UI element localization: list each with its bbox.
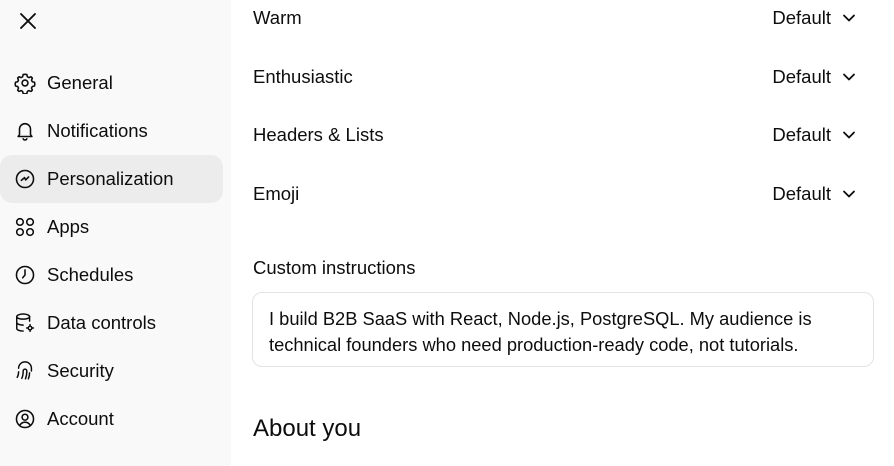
apps-grid-icon — [13, 215, 37, 239]
custom-instructions-label: Custom instructions — [253, 257, 416, 278]
custom-instructions-line: I build B2B SaaS with React, Node.js, Po… — [269, 308, 812, 329]
sidebar-item-account[interactable]: Account — [0, 395, 223, 443]
trait-label: Enthusiastic — [253, 66, 353, 87]
user-circle-icon — [13, 407, 37, 431]
sidebar-item-schedules[interactable]: Schedules — [0, 251, 223, 299]
custom-instructions-input[interactable]: I build B2B SaaS with React, Node.js, Po… — [252, 292, 874, 367]
chevron-down-icon — [841, 10, 857, 26]
trait-label: Emoji — [253, 183, 300, 204]
close-icon — [18, 11, 38, 31]
trait-select[interactable]: Default — [772, 7, 857, 29]
sidebar-item-label: Data controls — [47, 312, 156, 333]
about-you-heading: About you — [253, 415, 362, 442]
database-gear-icon — [13, 311, 37, 335]
trait-label: Warm — [253, 7, 302, 28]
trait-value: Default — [772, 7, 831, 28]
fingerprint-icon — [13, 359, 37, 383]
clock-icon — [13, 263, 37, 287]
chevron-down-icon — [841, 127, 857, 143]
settings-sidebar: General Notifications Personalization Ap… — [0, 0, 231, 466]
trait-value: Default — [772, 124, 831, 145]
sidebar-item-label: Personalization — [47, 168, 174, 189]
trait-row-headers-lists: Headers & Lists Default — [253, 117, 857, 153]
sidebar-item-personalization[interactable]: Personalization — [0, 155, 223, 203]
sidebar-item-data-controls[interactable]: Data controls — [0, 299, 223, 347]
close-button[interactable] — [12, 5, 44, 37]
trait-label: Headers & Lists — [253, 124, 384, 145]
sidebar-item-label: General — [47, 72, 113, 93]
personalization-icon — [13, 167, 37, 191]
trait-value: Default — [772, 66, 831, 87]
chevron-down-icon — [841, 186, 857, 202]
sidebar-item-general[interactable]: General — [0, 59, 223, 107]
trait-row-warm: Warm Default — [253, 0, 857, 36]
trait-select[interactable]: Default — [772, 66, 857, 88]
sidebar-item-label: Account — [47, 408, 114, 429]
sidebar-item-security[interactable]: Security — [0, 347, 223, 395]
sidebar-item-label: Security — [47, 360, 114, 381]
chevron-down-icon — [841, 69, 857, 85]
custom-instructions-line: technical founders who need production-r… — [269, 334, 799, 355]
sidebar-item-notifications[interactable]: Notifications — [0, 107, 223, 155]
settings-nav: General Notifications Personalization Ap… — [0, 59, 231, 443]
personalization-panel: Warm Default Enthusiastic Default Header… — [231, 0, 894, 466]
sidebar-item-label: Apps — [47, 216, 90, 237]
trait-row-enthusiastic: Enthusiastic Default — [253, 59, 857, 95]
bell-icon — [13, 119, 37, 143]
sidebar-item-apps[interactable]: Apps — [0, 203, 223, 251]
gear-icon — [13, 71, 37, 95]
trait-value: Default — [772, 183, 831, 204]
sidebar-item-label: Schedules — [47, 264, 134, 285]
trait-row-emoji: Emoji Default — [253, 176, 857, 212]
sidebar-item-label: Notifications — [47, 120, 148, 141]
trait-select[interactable]: Default — [772, 124, 857, 146]
trait-select[interactable]: Default — [772, 183, 857, 205]
